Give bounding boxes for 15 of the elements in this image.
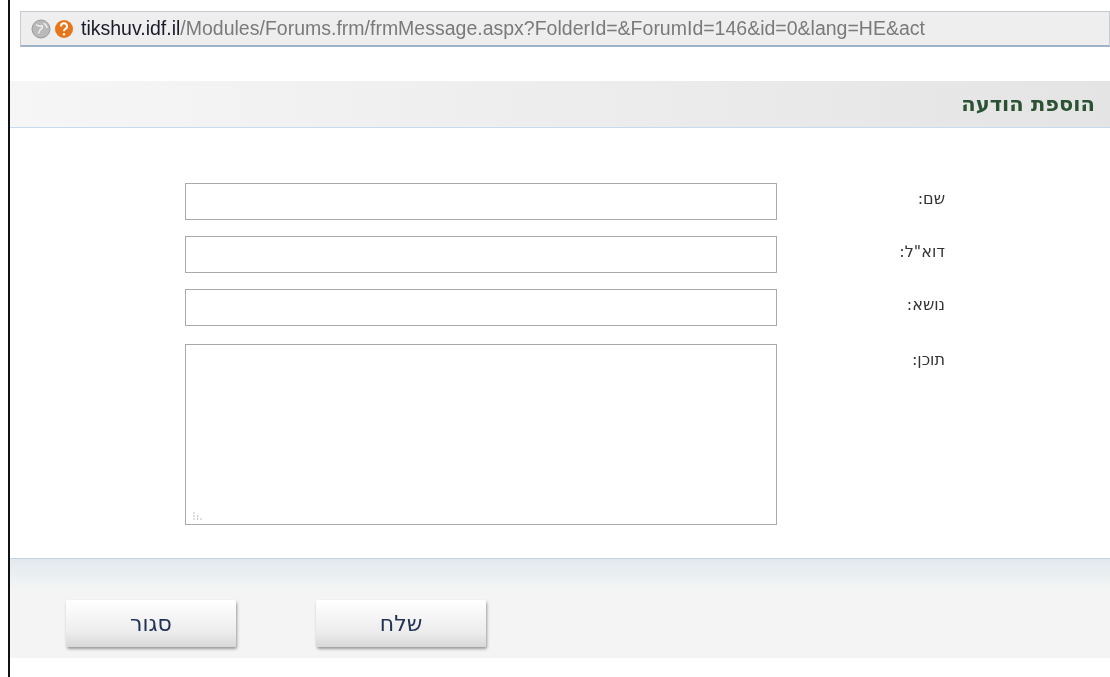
input-field[interactable] bbox=[185, 183, 777, 220]
form-button[interactable]: שלח bbox=[316, 600, 486, 647]
input-field[interactable] bbox=[185, 289, 777, 326]
address-bar[interactable]: tikshuv.idf.il/Modules/Forums.frm/frmMessage.aspx?FolderId=&ForumId=146&id=0&lang=HE&act bbox=[20, 11, 1110, 47]
input-field[interactable] bbox=[185, 236, 777, 273]
field-label: נושא: bbox=[905, 294, 945, 314]
url-path: /Modules/Forums.frm/frmMessage.aspx?FolderId=&ForumId=146&id=0&lang=HE&act bbox=[180, 17, 925, 40]
url-host: tikshuv.idf.il bbox=[81, 17, 181, 40]
resize-grip-icon bbox=[193, 512, 203, 520]
field-label: שם: bbox=[916, 188, 945, 208]
form-button[interactable]: סגור bbox=[66, 600, 236, 647]
field-label: דוא"ל: bbox=[898, 241, 945, 261]
form-title: הוספת הודעה bbox=[961, 92, 1095, 116]
field-label: תוכן: bbox=[910, 349, 945, 369]
help-icon bbox=[54, 18, 74, 39]
